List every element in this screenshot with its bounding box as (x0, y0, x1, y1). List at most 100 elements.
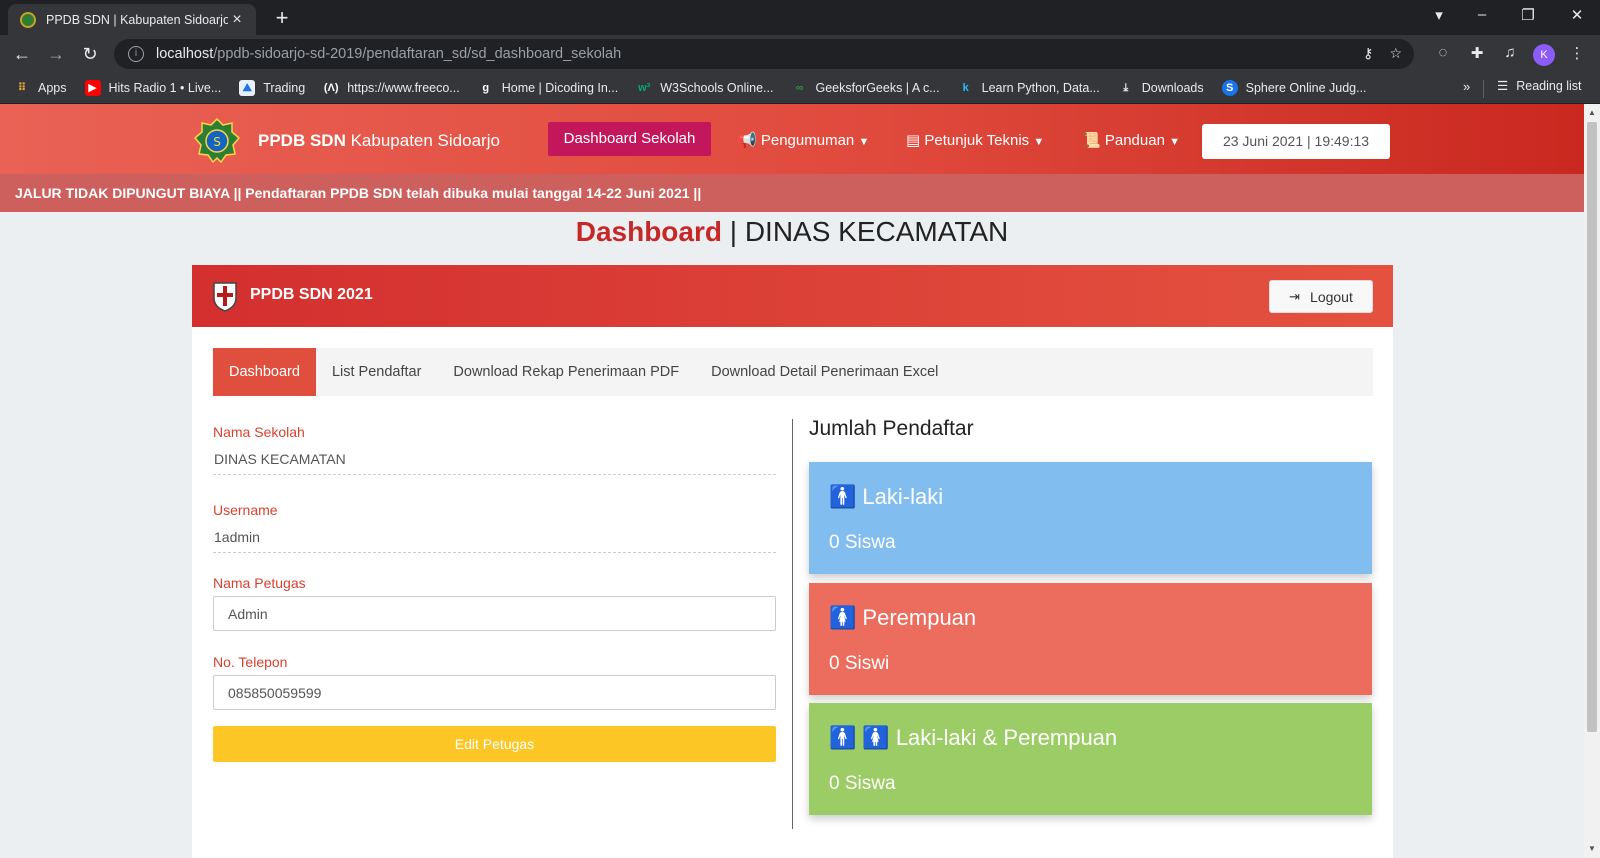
stats-title: Jumlah Pendaftar (809, 417, 974, 440)
bookmark-star-icon[interactable]: ☆ (1389, 45, 1402, 62)
site-brand[interactable]: PPDB SDN Kabupaten Sidoarjo (258, 131, 500, 151)
bookmark-item[interactable]: k Learn Python, Data... (958, 80, 1100, 96)
stat-count: 0 Siswi (829, 653, 890, 674)
geeksforgeeks-icon: ∞ (795, 82, 804, 94)
menu-dashboard-sekolah[interactable]: Dashboard Sekolah (548, 122, 711, 156)
tab-dashboard[interactable]: Dashboard (213, 348, 316, 396)
forward-icon[interactable]: → (44, 42, 68, 66)
dashboard-tabs: Dashboard List Pendaftar Download Rekap … (213, 348, 1373, 396)
stat-total: 🚹 🚺 Laki-laki & Perempuan 0 Siswa (809, 703, 1372, 815)
dicoding-icon: g (482, 82, 490, 94)
female-icon: 🚺 (862, 725, 890, 750)
bookmark-item[interactable]: ⛰ Trading (239, 80, 305, 96)
shield-emblem-icon (213, 282, 237, 312)
menu-panduan[interactable]: 📜 Panduan ▼ (1082, 131, 1180, 149)
site-info-icon[interactable]: i (128, 46, 144, 62)
restore-icon[interactable]: ❐ (1516, 6, 1540, 24)
scrollbar-thumb[interactable] (1587, 122, 1597, 732)
column-divider (792, 419, 793, 829)
logout-button[interactable]: ⇥ Logout (1269, 280, 1373, 313)
password-key-icon[interactable]: ⚷ (1363, 45, 1373, 62)
username-label: Username (213, 502, 278, 518)
download-icon: ⤓ (1123, 82, 1129, 94)
bookmark-item[interactable]: ∞ GeeksforGeeks | A c... (791, 80, 940, 96)
edit-petugas-button[interactable]: Edit Petugas (213, 726, 776, 762)
kaggle-icon: k (962, 82, 969, 94)
tab-search-icon[interactable]: ▾ (1427, 6, 1451, 24)
extensions-puzzle-icon[interactable]: ✚ (1466, 44, 1488, 62)
dashboard-card: PPDB SDN 2021 ⇥ Logout Dashboard List Pen… (192, 265, 1393, 858)
field-divider (213, 474, 776, 475)
w3schools-icon: w³ (638, 82, 651, 94)
bookmark-item[interactable]: ⠿ Apps (14, 80, 67, 96)
stat-perempuan: 🚺 Perempuan 0 Siswi (809, 583, 1372, 695)
stat-count: 0 Siswa (829, 532, 896, 553)
bookmark-item[interactable]: S Sphere Online Judg... (1221, 80, 1367, 96)
stat-label: Laki-laki & Perempuan (895, 725, 1118, 750)
new-tab-icon[interactable]: + (268, 4, 296, 32)
card-title: PPDB SDN 2021 (250, 286, 373, 303)
username-value: 1admin (214, 529, 260, 545)
chevron-down-icon: ▼ (858, 136, 870, 148)
chrome-menu-icon[interactable]: ⋮ (1566, 44, 1588, 62)
sidoarjo-emblem-icon: S (193, 117, 241, 163)
bookmark-item[interactable]: w³ W3Schools Online... (636, 80, 773, 96)
youtube-icon: ▶ (84, 80, 101, 96)
apps-grid-icon: ⠿ (17, 82, 27, 94)
close-window-icon[interactable]: ✕ (1565, 6, 1589, 24)
tab-download-rekap-pdf[interactable]: Download Rekap Penerimaan PDF (437, 348, 695, 396)
bookmark-item[interactable]: ⤓ Downloads (1118, 80, 1203, 96)
male-icon: 🚹 (829, 484, 857, 509)
browser-tab-title: PPDB SDN | Kabupaten Sidoarjo (46, 12, 228, 27)
logout-icon: ⇥ (1289, 288, 1301, 304)
reading-list-icon: ☰ (1497, 79, 1509, 93)
telepon-input[interactable] (213, 675, 776, 710)
page-scrollbar[interactable]: ▲ ▼ (1584, 104, 1600, 858)
book-icon: ▤ (906, 132, 921, 149)
freecodecamp-icon: (Λ) (323, 82, 339, 94)
chevron-down-icon: ▼ (1033, 136, 1045, 148)
current-datetime: 23 Juni 2021 | 19:49:13 (1202, 124, 1390, 159)
stat-label: Perempuan (862, 605, 977, 630)
menu-pengumuman[interactable]: 📢 Pengumuman ▼ (738, 131, 869, 149)
address-bar[interactable]: i localhost/ppdb-sidoarjo-sd-2019/pendaf… (114, 39, 1414, 69)
megaphone-icon: 📢 (738, 132, 757, 149)
scroll-down-icon[interactable]: ▼ (1584, 844, 1600, 853)
scroll-up-icon[interactable]: ▲ (1584, 108, 1600, 117)
field-divider (213, 552, 776, 553)
media-control-icon[interactable]: ♫ (1499, 44, 1521, 61)
back-icon[interactable]: ← (10, 42, 34, 66)
nama-petugas-input[interactable] (213, 596, 776, 631)
telepon-label: No. Telepon (213, 654, 288, 670)
bookmarks-bar: ⠿ Apps ▶ Hits Radio 1 • Live... ⛰ Trading (… (0, 73, 1600, 104)
page-viewport: S PPDB SDN Kabupaten Sidoarjo Dashboard … (0, 104, 1584, 858)
nama-sekolah-label: Nama Sekolah (213, 424, 305, 440)
bookmark-item[interactable]: ▶ Hits Radio 1 • Live... (84, 80, 221, 96)
browser-tab-active[interactable]: PPDB SDN | Kabupaten Sidoarjo × (8, 4, 256, 35)
scroll-icon: 📜 (1082, 132, 1101, 149)
reload-icon[interactable]: ↻ (78, 42, 102, 66)
tab-list-pendaftar[interactable]: List Pendaftar (316, 348, 437, 396)
trading-icon: ⛰ (239, 80, 256, 96)
profile-avatar[interactable]: K (1533, 44, 1555, 66)
stat-label: Laki-laki (862, 484, 944, 509)
menu-petunjuk-teknis[interactable]: ▤ Petunjuk Teknis ▼ (906, 131, 1044, 149)
url-path: /ppdb-sidoarjo-sd-2019/pendaftaran_sd/sd… (213, 46, 622, 62)
more-bookmarks-icon[interactable]: » (1463, 79, 1470, 94)
browser-toolbar: ← → ↻ i localhost/ppdb-sidoarjo-sd-2019/… (0, 35, 1600, 73)
card-header: PPDB SDN 2021 ⇥ Logout (192, 265, 1393, 327)
spoj-icon: S (1221, 80, 1238, 96)
extension-sync-icon[interactable]: ◌ (1432, 44, 1454, 61)
female-icon: 🚺 (829, 605, 857, 630)
bookmark-item[interactable]: (Λ) https://www.freeco... (323, 80, 460, 96)
stat-laki-laki: 🚹 Laki-laki 0 Siswa (809, 462, 1372, 574)
close-tab-icon[interactable]: × (228, 11, 246, 29)
tab-download-detail-excel[interactable]: Download Detail Penerimaan Excel (695, 348, 954, 396)
url-host: localhost (156, 46, 214, 62)
svg-text:S: S (213, 135, 221, 149)
bookmark-item[interactable]: g Home | Dicoding In... (478, 80, 618, 96)
nama-sekolah-value: DINAS KECAMATAN (214, 451, 346, 467)
reading-list-button[interactable]: ☰ Reading list (1497, 78, 1582, 94)
minimize-icon[interactable]: – (1470, 6, 1494, 23)
bookmarks-separator (1483, 80, 1484, 98)
